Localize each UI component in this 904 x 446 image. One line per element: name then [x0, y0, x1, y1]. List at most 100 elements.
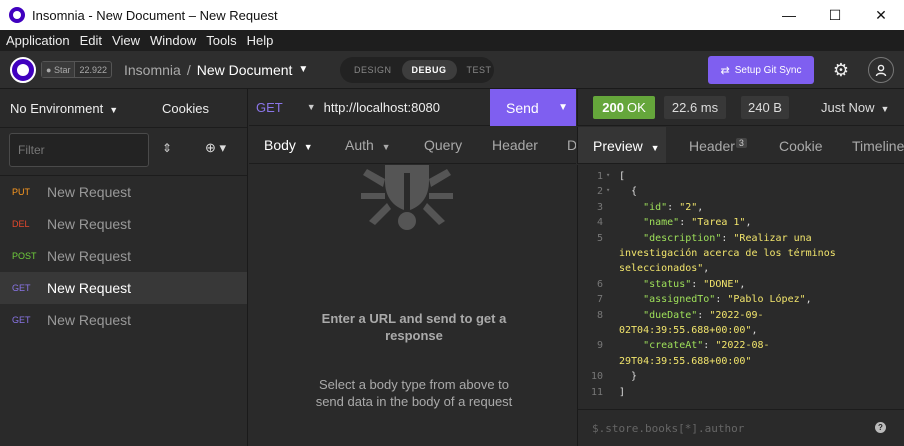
window-controls: — ☐ ✕ — [766, 0, 904, 30]
tab-docs[interactable]: Do — [567, 137, 576, 153]
empty-state-title: Enter a URL and send to get a response — [321, 311, 507, 343]
request-method: GET — [12, 315, 31, 325]
menu-window[interactable]: Window — [150, 33, 196, 48]
chevron-down-icon[interactable]: ▼ — [298, 64, 308, 75]
tab-header[interactable]: Header — [492, 137, 538, 153]
chevron-down-icon: ▼ — [109, 104, 119, 115]
request-name: New Request — [47, 312, 132, 328]
menu-tools[interactable]: Tools — [206, 33, 236, 48]
line-number: 2 — [596, 186, 603, 198]
menu-edit[interactable]: Edit — [80, 33, 102, 48]
mode-debug[interactable]: DEBUG — [401, 60, 457, 80]
chevron-down-icon[interactable]: ▼ — [558, 102, 568, 113]
request-method: PUT — [12, 187, 30, 197]
send-button[interactable]: Send ▼ — [490, 89, 576, 126]
github-star-label: Star — [53, 64, 71, 75]
tab-body[interactable]: Body ▼ — [264, 137, 313, 153]
code-text: investigación acerca de los términos — [619, 248, 836, 259]
code-token: "2022-09- — [709, 309, 764, 321]
code-token: "createAt" — [619, 340, 704, 352]
code-token: "2" — [679, 201, 698, 213]
tab-response-header[interactable]: Header 3 — [689, 138, 747, 154]
breadcrumb-workspace[interactable]: Insomnia — [124, 62, 181, 78]
environment-select[interactable]: No Environment ▼ — [10, 101, 118, 116]
url-input[interactable]: http://localhost:8080 — [324, 100, 440, 115]
filter-input[interactable] — [9, 133, 149, 167]
code-token: "2022-08- — [715, 340, 770, 352]
code-text: "assignedTo": "Pablo López", — [619, 294, 812, 305]
github-star-badge[interactable]: ● Star 22.922 — [41, 61, 112, 78]
line-number: 1 — [596, 171, 603, 182]
request-method: POST — [12, 251, 37, 261]
code-token: : — [679, 217, 692, 229]
help-icon[interactable]: ? — [875, 422, 886, 433]
environment-label: No Environment — [10, 100, 104, 116]
breadcrumb-document[interactable]: New Document — [197, 62, 293, 78]
code-token: "assignedTo" — [619, 294, 716, 306]
fold-icon[interactable]: ▾ — [606, 186, 610, 194]
code-token: : — [691, 278, 704, 290]
breadcrumb-separator: / — [186, 61, 191, 78]
close-button[interactable]: ✕ — [858, 0, 904, 30]
request-item[interactable]: POST New Request — [0, 240, 247, 272]
maximize-button[interactable]: ☐ — [812, 0, 858, 30]
send-label: Send — [506, 99, 539, 116]
status-badge: 200 OK — [593, 96, 655, 119]
sort-icon[interactable]: ⇕ — [162, 141, 172, 155]
tab-timeline[interactable]: Timeline — [852, 138, 904, 154]
code-token: "Realizar una — [733, 232, 812, 244]
user-icon[interactable] — [868, 57, 894, 83]
request-item[interactable]: GET New Request — [0, 272, 247, 304]
setup-git-sync-button[interactable]: ⇄ Setup Git Sync — [708, 56, 814, 84]
chevron-down-icon: ▼ — [880, 104, 890, 114]
response-filter-input[interactable]: $.store.books[*].author — [592, 422, 744, 435]
sidebar: No Environment ▼ Cookies ⇕ ⊕ ▾ PUT New Req… — [0, 89, 248, 446]
line-number: 9 — [596, 340, 603, 352]
code-token: [ — [619, 171, 626, 182]
response-preview[interactable]: 1 ▾ [2 ▾ {3 "id": "2", 4 "name": "Tarea 1", 5… — [577, 165, 904, 409]
code-text: "createAt": "2022-08- — [619, 340, 770, 352]
method-select[interactable]: GET — [256, 100, 283, 115]
menu-view[interactable]: View — [112, 33, 140, 48]
tab-query[interactable]: Query — [424, 137, 462, 153]
code-token: : — [697, 309, 710, 321]
menu-help[interactable]: Help — [247, 33, 274, 48]
insomnia-logo-icon[interactable] — [10, 56, 36, 83]
cookies-button[interactable]: Cookies — [162, 101, 209, 116]
code-text: "dueDate": "2022-09- — [619, 309, 764, 321]
code-text: "name": "Tarea 1", — [619, 217, 751, 228]
code-token: seleccionados" — [619, 263, 704, 275]
fold-icon[interactable]: ▾ — [606, 171, 610, 179]
response-history-dropdown[interactable]: Just Now ▼ — [821, 100, 889, 115]
header-count-badge: 3 — [735, 138, 747, 148]
request-item[interactable]: PUT New Request — [0, 176, 247, 208]
code-text: ] — [619, 387, 625, 398]
mode-design[interactable]: DESIGN — [344, 60, 402, 80]
tab-preview[interactable]: Preview ▼ — [593, 138, 660, 154]
code-token: { — [619, 186, 638, 198]
git-sync-icon: ⇄ — [720, 64, 730, 77]
request-item[interactable]: DEL New Request — [0, 208, 247, 240]
line-number: 5 — [596, 232, 603, 244]
chevron-down-icon[interactable]: ▼ — [307, 102, 316, 112]
code-token: investigación acerca de los términos — [619, 248, 836, 259]
mode-test[interactable]: TEST — [457, 60, 502, 80]
tab-auth[interactable]: Auth ▼ — [345, 137, 391, 153]
gear-icon[interactable]: ⚙ — [827, 57, 855, 83]
git-sync-label: Setup Git Sync — [734, 64, 802, 76]
code-token: "Pablo López" — [727, 294, 806, 306]
code-token: , — [805, 294, 812, 306]
response-filter-bar: $.store.books[*].author ? — [577, 409, 904, 446]
tab-cookie[interactable]: Cookie — [779, 138, 823, 154]
request-item[interactable]: GET New Request — [0, 304, 247, 336]
add-icon[interactable]: ⊕ ▾ — [205, 140, 226, 156]
request-method: GET — [12, 283, 31, 293]
menu-application[interactable]: Application — [6, 33, 70, 48]
code-token: ] — [619, 386, 626, 398]
minimize-button[interactable]: — — [766, 0, 812, 30]
request-list: PUT New Request DEL New Request POST New Requ… — [0, 176, 247, 336]
code-text: seleccionados", — [619, 263, 709, 274]
code-token: : — [667, 201, 680, 213]
bug-icon — [361, 165, 453, 230]
status-text: OK — [626, 100, 646, 115]
